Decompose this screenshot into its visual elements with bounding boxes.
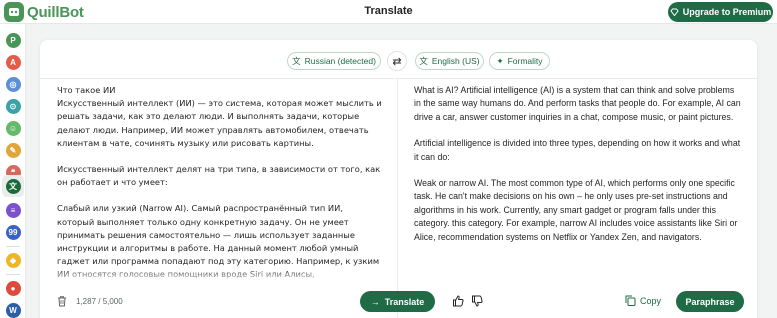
output-paragraph: Artificial intelligence is divided into …: [414, 138, 741, 162]
translate-button-label: Translate: [384, 296, 425, 307]
formality-icon: ✦: [496, 55, 504, 66]
swap-languages-button[interactable]: ⇄: [387, 51, 407, 71]
source-language-selector[interactable]: 文 Russian (detected): [287, 52, 381, 70]
tool-sidebar: P A ◎ ⊙ ☺ ✎ ❝ 文 ≡ 99 ◆ ● W: [0, 24, 26, 318]
ai-detector-icon[interactable]: ◎: [5, 76, 21, 92]
plagiarism-checker-icon[interactable]: ⊙: [5, 98, 21, 114]
copy-button[interactable]: Copy: [625, 295, 661, 306]
arrow-right-icon: →: [370, 296, 380, 307]
trash-icon[interactable]: [56, 295, 68, 307]
upgrade-premium-button[interactable]: Upgrade to Premium: [668, 2, 773, 22]
translate-icon: 文: [419, 56, 428, 66]
formality-label: Formality: [507, 56, 543, 66]
translator-panel: 文 Russian (detected) ⇄ 文 English (US) ✦ …: [40, 40, 757, 318]
premium-icon[interactable]: ◆: [5, 252, 21, 268]
source-text-input[interactable]: Что такое ИИ Искусственный интеллект (ИИ…: [57, 84, 382, 282]
chrome-extension-icon[interactable]: ●: [5, 280, 21, 296]
paraphrase-button[interactable]: Paraphrase: [676, 291, 744, 312]
swap-arrows-icon: ⇄: [392, 55, 402, 68]
grammar-checker-icon[interactable]: A: [5, 54, 21, 70]
toolbar-divider: [40, 78, 757, 79]
pane-divider: [397, 79, 398, 318]
upgrade-premium-label: Upgrade to Premium: [682, 7, 772, 17]
diamond-icon: [670, 8, 679, 16]
formality-selector[interactable]: ✦ Formality: [489, 52, 550, 70]
target-language-label: English (US): [431, 56, 480, 66]
summarizer-icon[interactable]: ≡: [5, 202, 21, 218]
copy-label: Copy: [640, 295, 662, 306]
top-bar: QuillBot Translate Upgrade to Premium: [0, 0, 777, 24]
target-language-selector[interactable]: 文 English (US): [415, 52, 484, 70]
sidebar-divider: [6, 246, 20, 247]
page-title: Translate: [364, 5, 413, 17]
quillbot-flow-icon[interactable]: 99: [5, 224, 21, 240]
copy-icon: [625, 295, 636, 306]
word-extension-icon[interactable]: W: [5, 302, 21, 318]
translated-text-output[interactable]: What is AI? Artificial intelligence (AI)…: [414, 84, 742, 284]
output-paragraph: Weak or narrow AI. The most common type …: [414, 178, 738, 242]
sidebar-divider: [6, 274, 20, 275]
paraphraser-icon[interactable]: P: [5, 32, 21, 48]
source-language-label: Russian (detected): [304, 56, 376, 66]
thumbs-up-icon[interactable]: [452, 295, 464, 307]
translator-icon[interactable]: 文: [2, 175, 24, 197]
source-paragraph: Что такое ИИ Искусственный интеллект (ИИ…: [57, 85, 382, 148]
input-fade: [57, 268, 382, 284]
translate-icon: 文: [292, 56, 301, 66]
source-paragraph: Искусственный интеллект делят на три тип…: [57, 164, 381, 188]
ai-chat-icon[interactable]: ✎: [5, 142, 21, 158]
character-counter: 1,287 / 5,000: [76, 297, 123, 306]
output-paragraph: What is AI? Artificial intelligence (AI)…: [414, 85, 741, 122]
thumbs-down-icon[interactable]: [471, 295, 483, 307]
paraphrase-button-label: Paraphrase: [685, 296, 735, 307]
ai-humanizer-icon[interactable]: ☺: [5, 120, 21, 136]
translate-button[interactable]: → Translate: [360, 291, 435, 312]
